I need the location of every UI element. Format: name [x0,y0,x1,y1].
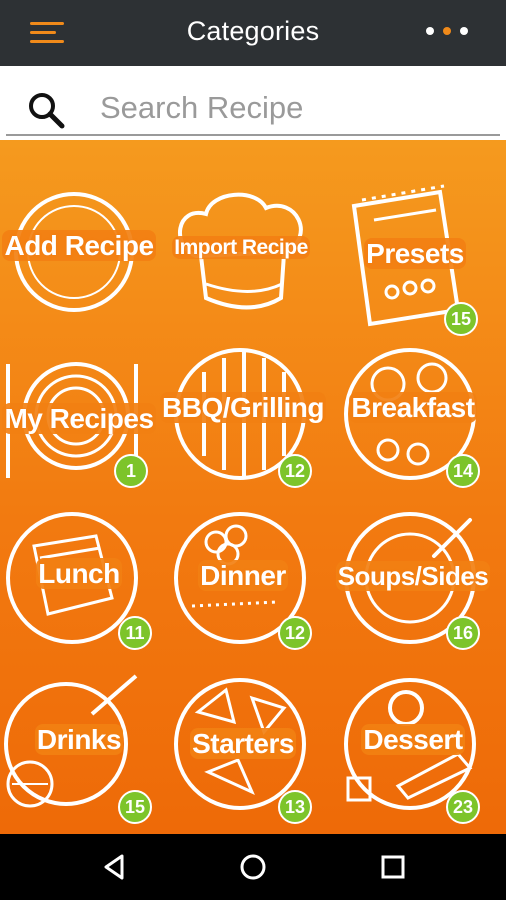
category-dessert[interactable]: Dessert 23 [338,668,488,824]
category-soups-sides[interactable]: Soups/Sides 16 [335,506,491,656]
category-label: Starters [190,728,296,759]
category-label: Dessert [361,724,465,755]
category-label: Presets [364,238,466,269]
app-bar: Categories [0,0,506,66]
search-bar [0,66,506,140]
category-label: Lunch [36,558,122,589]
category-add-recipe[interactable]: Add Recipe [2,190,156,340]
recents-square-icon[interactable] [378,852,408,882]
category-label: Breakfast [349,392,477,423]
category-dinner[interactable]: Dinner 12 [168,506,318,656]
search-icon[interactable] [26,90,66,130]
category-starters[interactable]: Starters 13 [168,668,318,824]
category-my-recipes[interactable]: My Recipes 1 [2,344,156,494]
back-triangle-icon[interactable] [100,852,130,882]
category-drinks[interactable]: Drinks 15 [4,668,154,824]
category-label: Import Recipe [172,236,310,259]
category-label: Drinks [34,724,124,755]
count-badge: 15 [118,790,152,824]
count-badge: 1 [114,454,148,488]
more-dots-icon[interactable] [426,27,478,39]
search-underline [6,134,500,136]
category-label: My Recipes [2,403,156,434]
count-badge: 23 [446,790,480,824]
home-circle-icon[interactable] [238,852,268,882]
search-input[interactable] [100,88,480,128]
category-label: Add Recipe [2,230,156,261]
count-badge: 13 [278,790,312,824]
count-badge: 14 [446,454,480,488]
category-label: BBQ/Grilling [160,392,326,423]
count-badge: 15 [444,302,478,336]
category-presets[interactable]: Presets 15 [340,178,490,336]
plate-icon [14,192,134,312]
category-label: Soups/Sides [335,561,491,591]
category-lunch[interactable]: Lunch 11 [4,506,154,656]
count-badge: 12 [278,616,312,650]
system-nav-bar [0,834,506,900]
category-import-recipe[interactable]: Import Recipe [166,186,316,336]
count-badge: 16 [446,616,480,650]
category-grid: Add Recipe Import Recipe Presets 15 My R… [0,140,506,834]
category-bbq-grilling[interactable]: BBQ/Grilling 12 [160,344,326,494]
count-badge: 12 [278,454,312,488]
category-breakfast[interactable]: Breakfast 14 [338,344,488,494]
count-badge: 11 [118,616,152,650]
category-label: Dinner [198,560,288,591]
